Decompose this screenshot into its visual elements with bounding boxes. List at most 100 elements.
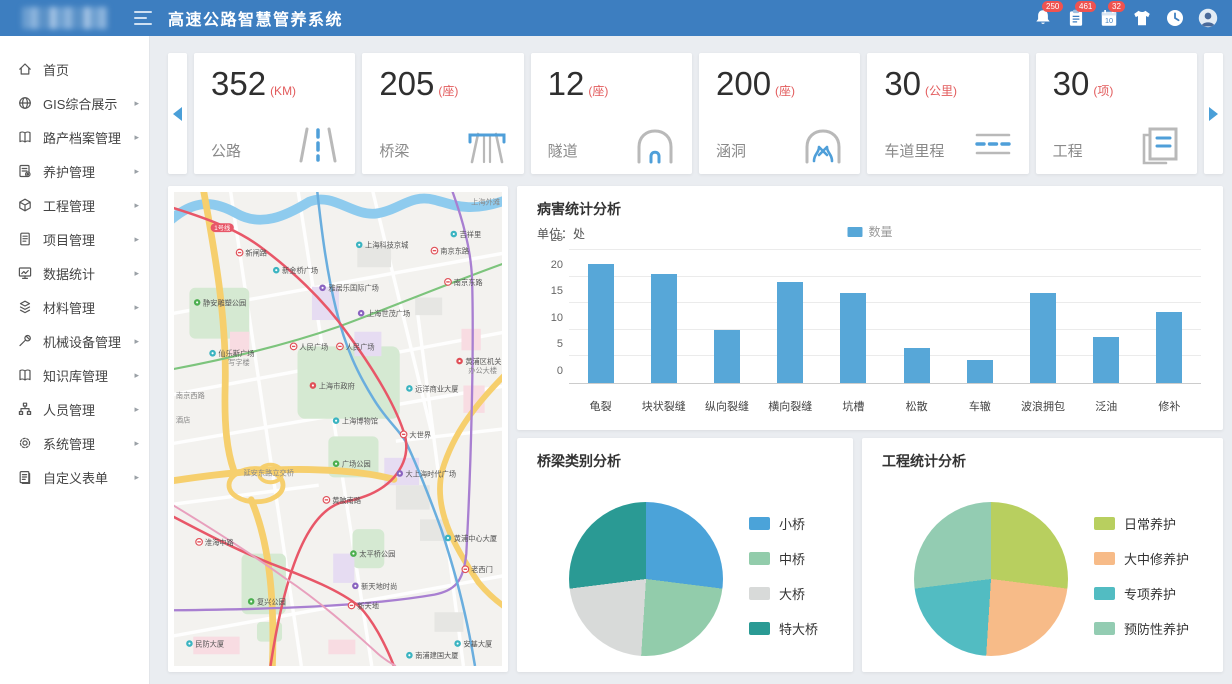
stat-unit: (公里) [925, 84, 957, 98]
chevron-right-icon: ▸ [134, 166, 139, 177]
bar-车辙[interactable] [967, 360, 993, 383]
bar-龟裂[interactable] [588, 264, 614, 383]
sidebar-item-2[interactable]: 路产档案管理▸ [0, 120, 149, 154]
stat-card-工程[interactable]: 30(项)工程 [1036, 53, 1197, 174]
x-axis-label: 修补 [1138, 398, 1201, 414]
sidebar-item-5[interactable]: 项目管理▸ [0, 222, 149, 256]
tunnel-icon [631, 122, 679, 166]
sidebar-item-1[interactable]: GIS综合展示▸ [0, 86, 149, 120]
personnel-icon [17, 401, 33, 417]
poi-pin-dot [360, 312, 362, 314]
sidebar: 首页 GIS综合展示▸路产档案管理▸ 养护管理 ▸ 工程管理▸项目管理▸数据统计▸材料管… [0, 36, 150, 684]
carousel-prev-button[interactable] [168, 53, 187, 174]
y-axis-tick: 15 [539, 285, 563, 297]
bar-纵向裂缝[interactable] [714, 330, 740, 383]
legend-item-专项养护[interactable]: 专项养护 [1094, 584, 1189, 603]
bar-波浪拥包[interactable] [1030, 293, 1056, 383]
legend-item-中桥[interactable]: 中桥 [749, 549, 818, 568]
stat-label: 公路 [211, 140, 241, 161]
bridge-pie-chart[interactable] [569, 502, 723, 656]
disease-chart-panel: 病害统计分析 单位：处 数量 0510152025 龟裂块状裂缝纵向裂缝横向裂缝… [517, 186, 1223, 430]
poi-pin-dot [275, 269, 277, 271]
sidebar-item-label: 人员管理 [43, 400, 95, 419]
map-label: 上海市政府 [319, 381, 355, 390]
metro-station-glyph [197, 541, 200, 542]
clock-icon[interactable] [1165, 8, 1185, 28]
bar-横向裂缝[interactable] [777, 282, 803, 383]
legend-item-大桥[interactable]: 大桥 [749, 584, 818, 603]
gis-icon [17, 95, 33, 111]
user-avatar[interactable] [1198, 8, 1218, 28]
sidebar-item-8[interactable]: 机械设备管理▸ [0, 324, 149, 358]
map-label: 吉祥里 [460, 230, 482, 239]
bar-泛油[interactable] [1093, 337, 1119, 383]
carousel-next-button[interactable] [1204, 53, 1223, 174]
bar-松散[interactable] [904, 348, 930, 383]
legend-item-小桥[interactable]: 小桥 [749, 514, 818, 533]
menu-toggle-icon[interactable] [134, 11, 152, 25]
sidebar-item-11[interactable]: 系统管理▸ [0, 426, 149, 460]
sidebar-item-0[interactable]: 首页 [0, 52, 149, 86]
chart-title: 桥梁类别分析 [537, 451, 833, 471]
map-label: 酒店 [176, 416, 190, 425]
legend-swatch [847, 227, 862, 237]
sidebar-item-12[interactable]: 自定义表单▸ [0, 460, 149, 494]
map-label: 新天地 [357, 601, 379, 610]
map-panel: 上海外滩1号线新闸路上海科技京城吉祥里南京东路南京东路新金桥广场雅居乐国际广场上… [168, 186, 508, 672]
chevron-right-icon: ▸ [134, 438, 139, 449]
stat-card-涵洞[interactable]: 200(座)涵洞 [699, 53, 860, 174]
legend-item-日常养护[interactable]: 日常养护 [1094, 514, 1189, 533]
chevron-right-icon [1209, 107, 1218, 121]
sidebar-item-9[interactable]: 知识库管理▸ [0, 358, 149, 392]
sidebar-item-6[interactable]: 数据统计▸ [0, 256, 149, 290]
metro-station-glyph [446, 281, 449, 282]
metro-station-glyph [338, 346, 341, 347]
calendar-icon[interactable]: 1032 [1099, 8, 1119, 28]
x-axis-label: 车辙 [948, 398, 1011, 414]
sidebar-item-10[interactable]: 人员管理▸ [0, 392, 149, 426]
legend-item-大中修养护[interactable]: 大中修养护 [1094, 549, 1189, 568]
x-axis-label: 龟裂 [569, 398, 632, 414]
chart-legend[interactable]: 数量 [847, 223, 892, 240]
legend-item-特大桥[interactable]: 特大桥 [749, 619, 818, 638]
sidebar-item-4[interactable]: 工程管理▸ [0, 188, 149, 222]
stat-card-公路[interactable]: 352(KM)公路 [194, 53, 355, 174]
stat-card-桥梁[interactable]: 205(座)桥梁 [362, 53, 523, 174]
map-label: 新闸路 [245, 248, 267, 257]
sidebar-item-7[interactable]: 材料管理▸ [0, 290, 149, 324]
poi-pin-dot [196, 301, 198, 303]
map-label: 大上海时代广场 [406, 469, 457, 478]
bar-坑槽[interactable] [840, 293, 866, 383]
poi-pin-dot [458, 360, 460, 362]
stat-card-隧道[interactable]: 12(座)隧道 [531, 53, 692, 174]
map-label: 南京东路 [440, 247, 470, 256]
bar-修补[interactable] [1156, 312, 1182, 383]
clipboard-icon[interactable]: 461 [1066, 8, 1086, 28]
home-icon [17, 61, 33, 77]
map-label: 远洋商业大厦 [415, 384, 458, 393]
x-axis-label: 松散 [885, 398, 948, 414]
project-pie-chart[interactable] [914, 502, 1068, 656]
shirt-icon[interactable] [1132, 8, 1152, 28]
stat-unit: (座) [775, 84, 795, 98]
x-axis-label: 泛油 [1075, 398, 1138, 414]
stat-value: 200 [716, 65, 771, 102]
bar-块状裂缝[interactable] [651, 274, 677, 383]
bell-icon[interactable]: 250 [1033, 8, 1053, 28]
map-label: 人民广场 [346, 342, 375, 351]
sidebar-item-label: 首页 [43, 60, 69, 79]
poi-pin-dot [250, 600, 252, 602]
chevron-right-icon: ▸ [134, 370, 139, 381]
equipment-icon [17, 333, 33, 349]
sidebar-item-3[interactable]: 养护管理 ▸ [0, 154, 149, 188]
poi-pin-dot [408, 654, 410, 656]
bar-chart: 0510152025 [569, 250, 1201, 384]
sidebar-item-label: 养护管理 [43, 162, 95, 181]
legend-item-预防性养护[interactable]: 预防性养护 [1094, 619, 1189, 638]
topbar-icons: 250 461 1032 [1033, 8, 1218, 28]
map[interactable]: 上海外滩1号线新闸路上海科技京城吉祥里南京东路南京东路新金桥广场雅居乐国际广场上… [174, 192, 502, 666]
form-icon [17, 469, 33, 485]
stat-card-车道里程[interactable]: 30(公里)车道里程 [867, 53, 1028, 174]
chevron-left-icon [173, 107, 182, 121]
legend-label: 中桥 [779, 549, 805, 568]
